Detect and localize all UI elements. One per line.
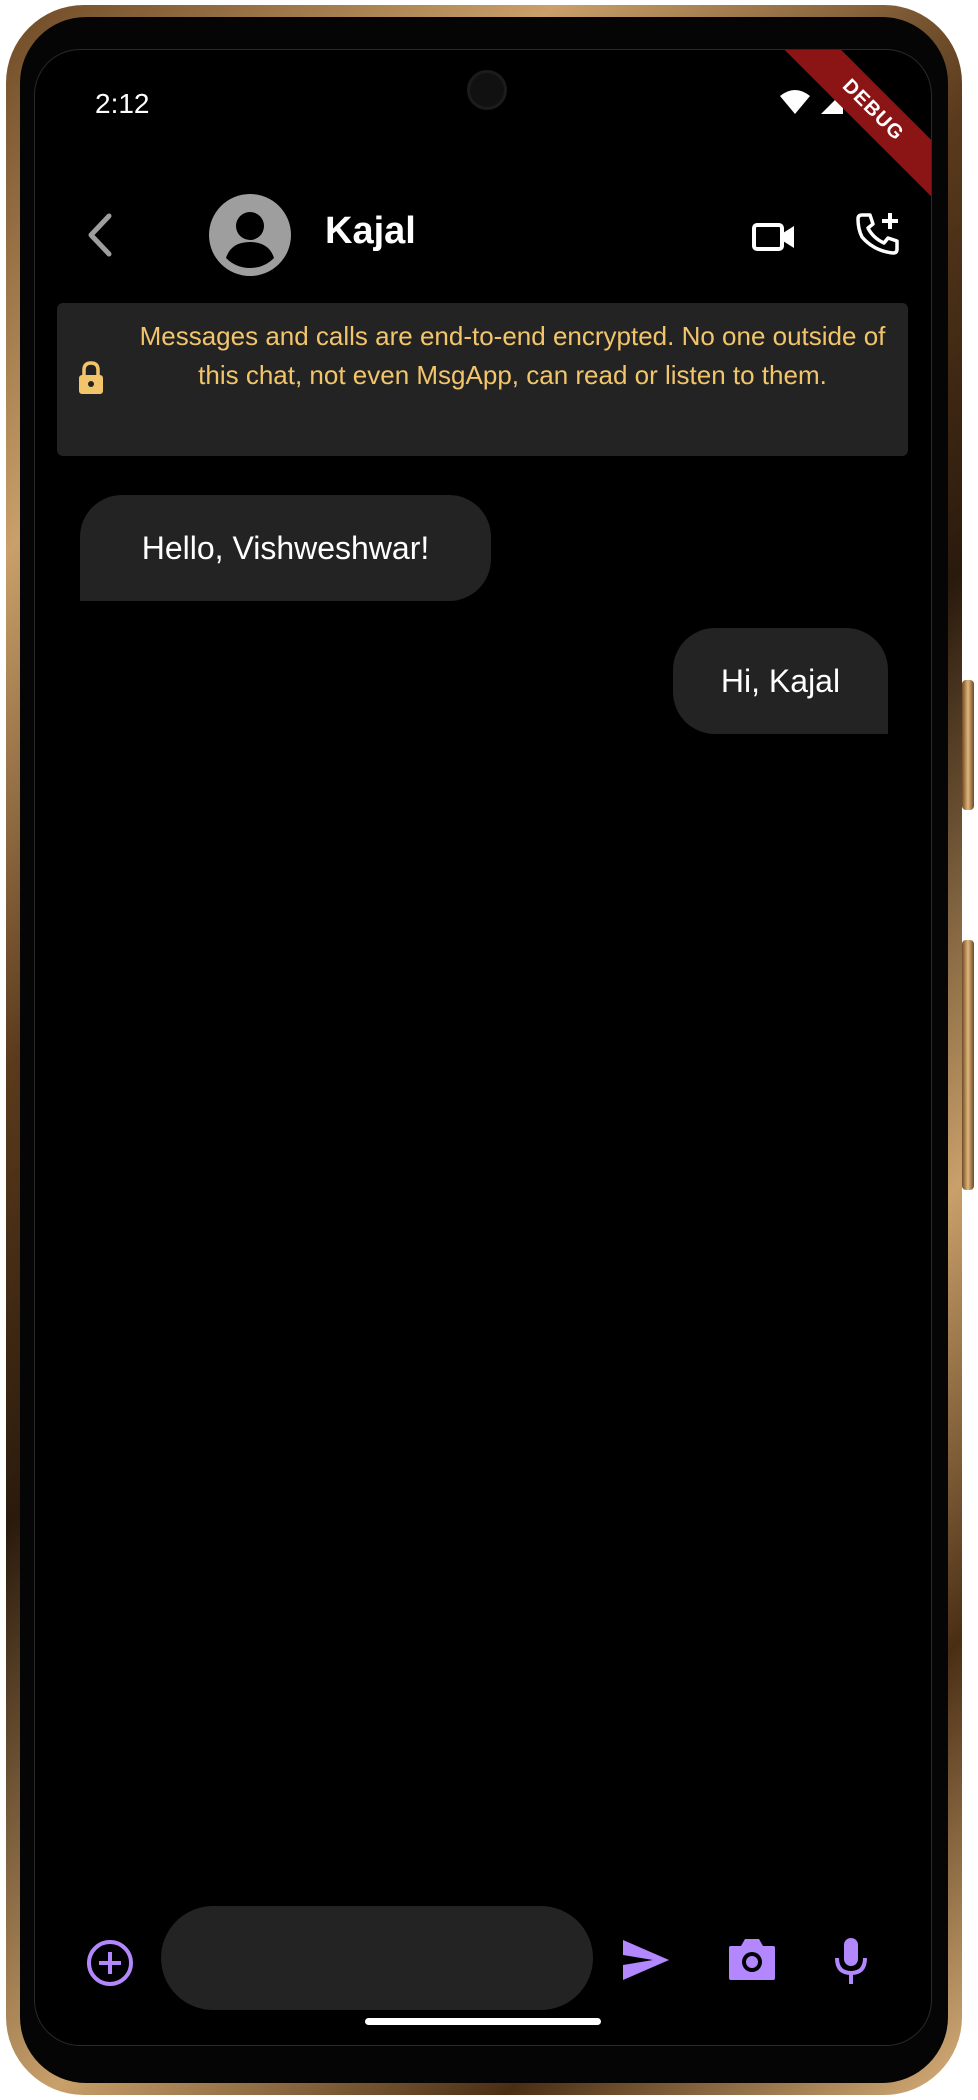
camera-icon	[727, 1936, 777, 1982]
add-call-button[interactable]	[853, 208, 905, 260]
send-icon	[621, 1938, 671, 1982]
chevron-left-icon	[85, 212, 115, 258]
camera-button[interactable]	[727, 1936, 777, 1986]
mic-icon	[831, 1936, 881, 1986]
back-button[interactable]	[75, 210, 125, 260]
avatar[interactable]	[209, 194, 291, 276]
account-circle-icon	[209, 194, 291, 276]
videocam-icon	[752, 222, 796, 252]
attach-button[interactable]	[85, 1938, 135, 1988]
chat-app-bar: Kajal	[35, 190, 931, 280]
add-circle-icon	[85, 1938, 135, 1988]
message-bubble-outgoing[interactable]: Hi, Kajal	[673, 628, 888, 734]
mic-button[interactable]	[831, 1936, 881, 1986]
encryption-notice[interactable]: Messages and calls are end-to-end encryp…	[57, 303, 908, 456]
lock-icon	[77, 361, 105, 395]
contact-name[interactable]: Kajal	[325, 210, 416, 253]
side-button-power	[962, 940, 974, 1190]
message-bubble-incoming[interactable]: Hello, Vishweshwar!	[80, 495, 491, 601]
encryption-notice-text: Messages and calls are end-to-end encryp…	[139, 321, 886, 390]
message-input-bar	[35, 1906, 931, 2016]
debug-banner: DEBUG	[774, 50, 931, 209]
send-button[interactable]	[621, 1938, 671, 1988]
status-time: 2:12	[95, 88, 150, 119]
add-call-icon	[856, 211, 902, 257]
front-camera	[467, 70, 507, 110]
video-call-button[interactable]	[749, 212, 799, 262]
side-button-volume	[962, 680, 974, 810]
message-input[interactable]	[161, 1906, 593, 2010]
home-indicator[interactable]	[365, 2018, 601, 2025]
wifi-icon	[779, 90, 811, 116]
phone-screen: 2:12 DEBUG Kajal Messages and calls are …	[34, 49, 932, 2046]
